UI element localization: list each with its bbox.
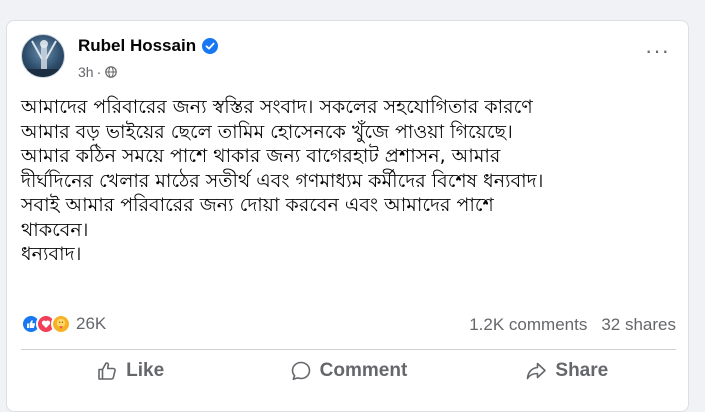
avatar[interactable] <box>21 34 65 78</box>
globe-icon <box>105 66 118 78</box>
meta-separator: · <box>96 64 102 80</box>
author-name[interactable]: Rubel Hossain <box>78 36 196 56</box>
post-body-line: আমার বড় ভাইয়ের ছেলে তামিম হোসেনকে খুঁজ… <box>21 120 513 143</box>
post-time[interactable]: 3h <box>78 64 94 80</box>
post-body-line: দীর্ঘদিনের খেলার মাঠের সতীর্থ এবং গণমাধ্… <box>21 169 544 192</box>
post-body-line: থাকবেন। <box>21 218 89 241</box>
share-button[interactable]: Share <box>458 352 676 390</box>
share-label: Share <box>555 360 609 381</box>
post-meta: 3h · <box>78 64 118 80</box>
post-card: Rubel Hossain 3h · ··· আমাদের পরিবারের জ… <box>6 20 689 412</box>
reactions-summary[interactable]: 26K <box>21 314 106 334</box>
comment-button[interactable]: Comment <box>239 352 457 390</box>
post-body: আমাদের পরিবারের জন্য স্বস্তির সংবাদ। সকল… <box>21 95 681 267</box>
share-arrow-icon <box>527 362 547 380</box>
post-body-line: ধন্যবাদ। <box>21 243 82 265</box>
post-body-line: সবাই আমার পরিবারের জন্য দোয়া করবেন এবং … <box>21 194 494 216</box>
post-body-line: আমাদের পরিবারের জন্য স্বস্তির সংবাদ। সকল… <box>21 96 533 118</box>
verified-badge-icon <box>202 38 219 54</box>
more-options-button[interactable]: ··· <box>645 40 670 62</box>
post-header: Rubel Hossain 3h · ··· <box>21 34 676 82</box>
thumbs-up-icon <box>98 362 117 380</box>
comment-label: Comment <box>319 360 408 381</box>
post-actions: Like Comment Share <box>21 352 676 390</box>
comments-count-link[interactable]: 1.2K comments <box>469 315 587 335</box>
reaction-count: 26K <box>76 314 107 333</box>
like-label: Like <box>126 360 165 381</box>
stats-divider <box>21 349 676 350</box>
comment-icon <box>291 361 310 381</box>
post-body-line: আমার কঠিন সময়ে পাশে থাকার জন্য বাগেরহাট… <box>21 145 501 167</box>
shares-count-link[interactable]: 32 shares <box>601 315 676 335</box>
care-reaction-icon <box>51 314 71 334</box>
post-stats: 26K 1.2K comments 32 shares <box>21 312 676 338</box>
like-button[interactable]: Like <box>21 352 239 390</box>
